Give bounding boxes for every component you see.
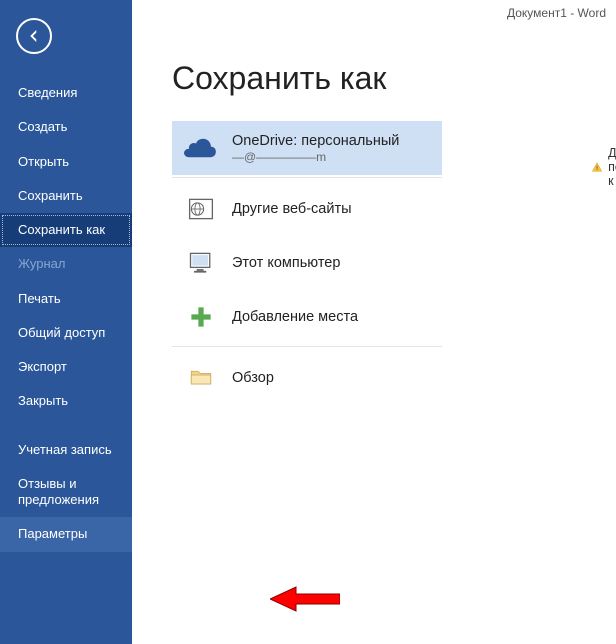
sidebar-separator: [0, 419, 132, 433]
sidebar-item-share[interactable]: Общий доступ: [0, 316, 132, 350]
onedrive-cloud-icon: [184, 131, 218, 165]
sidebar-item-feedback[interactable]: Отзывы и предложения: [0, 467, 132, 518]
sidebar-item-save[interactable]: Сохранить: [0, 179, 132, 213]
location-title: Обзор: [232, 370, 274, 386]
location-title: OneDrive: персональный: [232, 133, 399, 149]
warning-triangle-icon: [592, 160, 602, 174]
sidebar-item-label: Закрыть: [18, 393, 68, 408]
location-title: Этот компьютер: [232, 255, 340, 271]
sidebar-item-info[interactable]: Сведения: [0, 76, 132, 110]
sidebar-item-open[interactable]: Открыть: [0, 145, 132, 179]
location-onedrive[interactable]: OneDrive: персональный —@—————m: [172, 121, 442, 175]
connection-warning: Для подключения к: [592, 146, 616, 188]
sidebar-item-label: Журнал: [18, 256, 65, 271]
sidebar-item-print[interactable]: Печать: [0, 282, 132, 316]
sidebar-item-label: Экспорт: [18, 359, 67, 374]
sidebar-item-export[interactable]: Экспорт: [0, 350, 132, 384]
annotation-arrow: [270, 585, 340, 618]
sidebar-item-close[interactable]: Закрыть: [0, 384, 132, 418]
window-title: Документ1 - Word: [507, 6, 606, 20]
location-title: Другие веб-сайты: [232, 201, 352, 217]
sidebar-item-label: Сохранить как: [18, 222, 105, 237]
sidebar-item-label: Отзывы и предложения: [18, 476, 99, 507]
divider: [172, 177, 442, 178]
globe-icon: [184, 192, 218, 226]
plus-icon: [184, 300, 218, 334]
save-locations-list: OneDrive: персональный —@—————m Другие в…: [172, 121, 442, 405]
sidebar-item-label: Печать: [18, 291, 61, 306]
back-button[interactable]: [16, 18, 52, 54]
location-this-pc[interactable]: Этот компьютер: [172, 236, 442, 290]
sidebar-item-label: Сохранить: [18, 188, 83, 203]
sidebar-item-label: Сведения: [18, 85, 77, 100]
sidebar-item-account[interactable]: Учетная запись: [0, 433, 132, 467]
location-subtitle: —@—————m: [232, 150, 399, 164]
sidebar-item-history: Журнал: [0, 247, 132, 281]
sidebar-item-save-as[interactable]: Сохранить как: [0, 213, 132, 247]
sidebar-item-label: Параметры: [18, 526, 87, 541]
location-title: Добавление места: [232, 309, 358, 325]
sidebar-item-label: Общий доступ: [18, 325, 105, 340]
folder-icon: [184, 361, 218, 395]
sidebar-item-label: Открыть: [18, 154, 69, 169]
warning-text: Для подключения к: [608, 146, 616, 188]
back-arrow-icon: [25, 27, 43, 45]
location-other-websites[interactable]: Другие веб-сайты: [172, 182, 442, 236]
sidebar: Сведения Создать Открыть Сохранить Сохра…: [0, 0, 132, 644]
divider: [172, 346, 442, 347]
location-browse[interactable]: Обзор: [172, 351, 442, 405]
sidebar-item-label: Создать: [18, 119, 67, 134]
sidebar-item-label: Учетная запись: [18, 442, 112, 457]
computer-icon: [184, 246, 218, 280]
content-area: Документ1 - Word Сохранить как OneDrive:…: [132, 0, 616, 644]
sidebar-item-options[interactable]: Параметры: [0, 517, 132, 551]
window: Сведения Создать Открыть Сохранить Сохра…: [0, 0, 616, 644]
location-add-place[interactable]: Добавление места: [172, 290, 442, 344]
sidebar-item-new[interactable]: Создать: [0, 110, 132, 144]
